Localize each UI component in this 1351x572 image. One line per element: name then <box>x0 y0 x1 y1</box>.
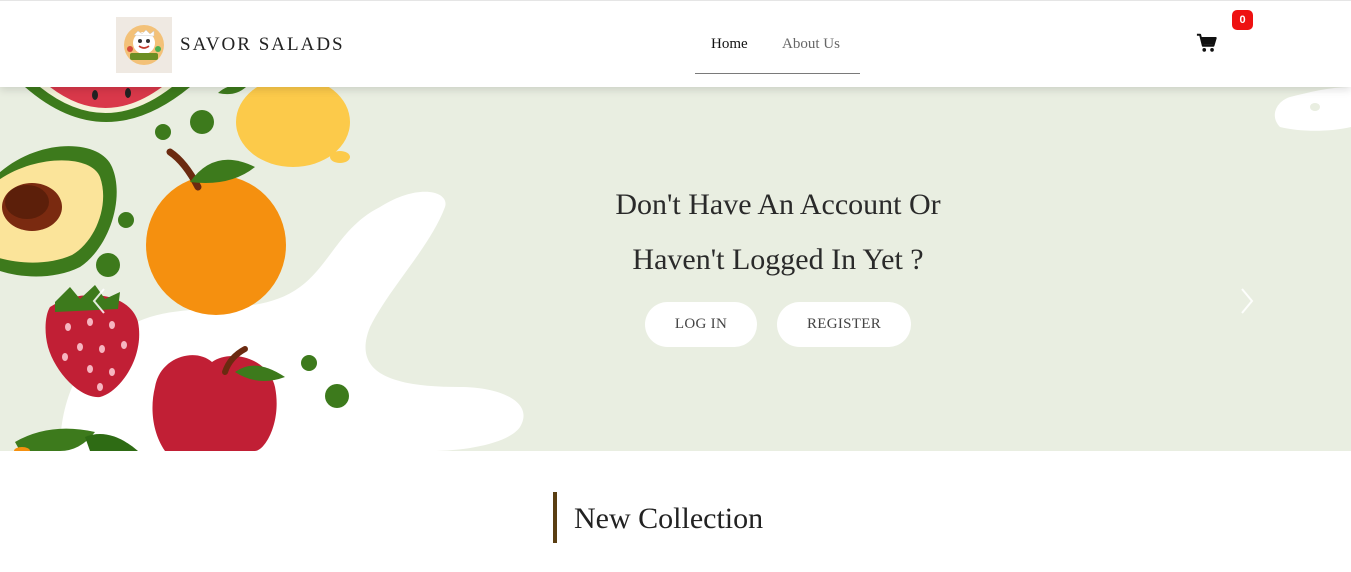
section-title: New Collection <box>553 492 763 543</box>
main-nav: Home About Us <box>695 1 860 74</box>
hero-heading: Don't Have An Account Or Haven't Logged … <box>528 177 1028 287</box>
chevron-left-icon[interactable] <box>90 287 108 315</box>
logo-badge-icon <box>124 25 164 65</box>
nav-home-link[interactable]: Home <box>711 36 748 53</box>
nav-about-link[interactable]: About Us <box>782 36 840 53</box>
login-button[interactable]: LOG IN <box>645 302 757 347</box>
hero-banner: Don't Have An Account Or Haven't Logged … <box>0 87 1351 451</box>
brand-name[interactable]: SAVOR SALADS <box>180 34 345 56</box>
register-button[interactable]: REGISTER <box>777 302 911 347</box>
logo[interactable] <box>116 17 172 73</box>
hero-heading-line-2: Haven't Logged In Yet ? <box>632 243 924 276</box>
cart-count-badge: 0 <box>1232 10 1253 30</box>
chevron-right-icon[interactable] <box>1238 287 1256 315</box>
site-header: SAVOR SALADS Home About Us 0 <box>0 0 1351 87</box>
cart-icon[interactable] <box>1196 32 1218 54</box>
hero-heading-line-1: Don't Have An Account Or <box>615 188 941 221</box>
